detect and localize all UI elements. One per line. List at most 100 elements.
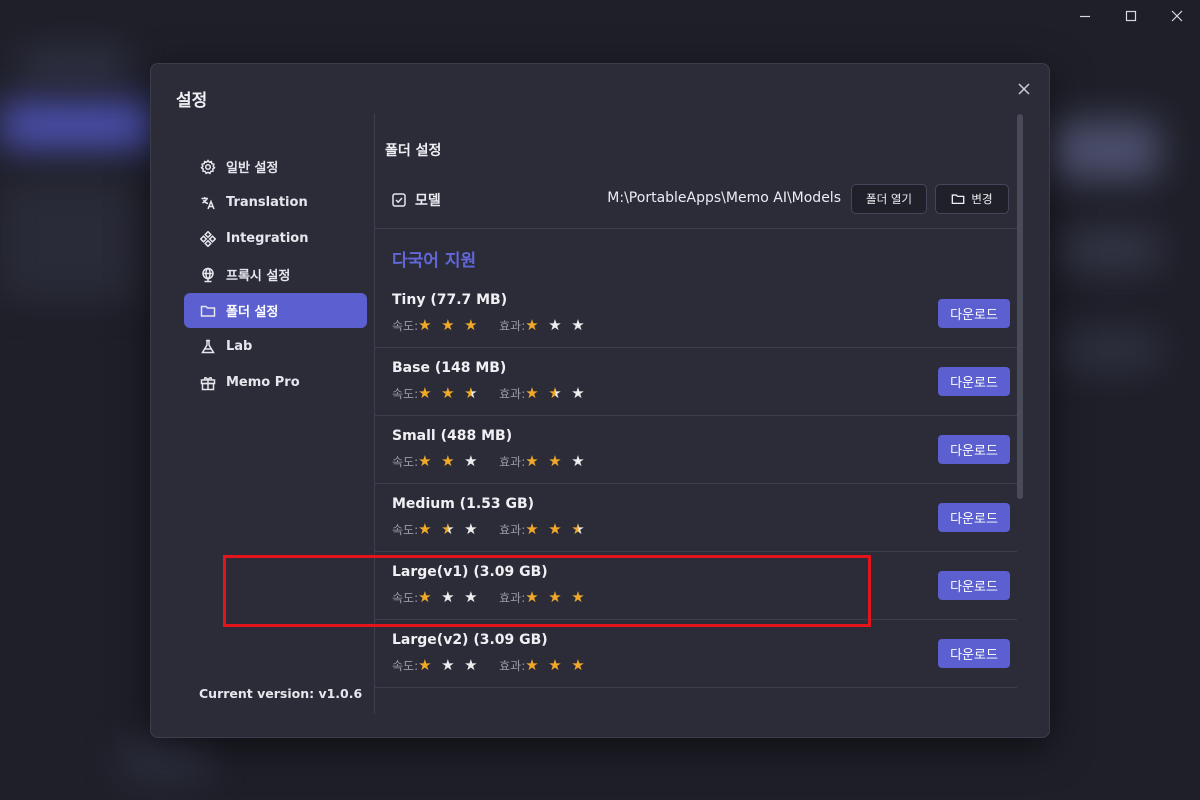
star-icon: ★ xyxy=(464,656,478,674)
maximize-button[interactable] xyxy=(1108,0,1154,32)
sidebar-item-folder[interactable]: 폴더 설정 xyxy=(184,293,367,328)
download-button[interactable]: 다운로드 xyxy=(938,435,1010,464)
effect-label: 효과: xyxy=(499,387,526,401)
folder-label-text: 모델 xyxy=(415,193,441,209)
model-row: Tiny (77.7 MB) 속도: ★ ★ ★ 효과: ★ ★ ★ 다운로드 xyxy=(375,280,1017,348)
sidebar-item-general[interactable]: 일반 설정 xyxy=(184,149,367,184)
star-icon: ★ xyxy=(441,520,455,538)
model-ratings: 속도: ★ ★ ★ 효과: ★ ★ ★ xyxy=(392,589,606,606)
speed-label: 속도: xyxy=(392,659,419,673)
sidebar-item-label: Translation xyxy=(226,195,308,210)
sidebar-item-integration[interactable]: Integration xyxy=(184,221,367,256)
star-icon: ★ xyxy=(441,656,455,674)
star-icon: ★ xyxy=(464,520,478,538)
speed-stars: ★ ★ ★ xyxy=(418,657,487,674)
model-folder-row: 모델 M:\PortableApps\Memo AI\Models 폴더 열기 … xyxy=(375,170,1017,229)
sidebar-item-translation[interactable]: Translation xyxy=(184,185,367,220)
checkbox-icon xyxy=(392,193,406,207)
model-ratings: 속도: ★ ★ ★ 효과: ★ ★ ★ xyxy=(392,453,606,470)
model-ratings: 속도: ★ ★ ★ 효과: ★ ★ ★ xyxy=(392,317,606,334)
sidebar-item-lab[interactable]: Lab xyxy=(184,329,367,364)
open-folder-button[interactable]: 폴더 열기 xyxy=(851,184,927,214)
settings-sidebar: 일반 설정 Translation Integration 프록시 설정 폴더 … xyxy=(184,149,367,401)
integration-icon xyxy=(200,230,216,247)
effect-label: 효과: xyxy=(499,319,526,333)
star-icon: ★ xyxy=(418,520,432,538)
effect-stars: ★ ★ ★ xyxy=(525,385,594,402)
download-button[interactable]: 다운로드 xyxy=(938,367,1010,396)
effect-stars: ★ ★ ★ xyxy=(525,317,594,334)
model-row: Large(v1) (3.09 GB) 속도: ★ ★ ★ 효과: ★ ★ ★ 다운로드 xyxy=(375,552,1017,620)
window-close-button[interactable] xyxy=(1154,0,1200,32)
star-icon: ★ xyxy=(418,384,432,402)
download-button[interactable]: 다운로드 xyxy=(938,503,1010,532)
content-scrollbar[interactable] xyxy=(1017,114,1023,499)
model-name: Large(v2) (3.09 GB) xyxy=(392,632,548,648)
change-folder-button[interactable]: 변경 xyxy=(935,184,1009,214)
speed-label: 속도: xyxy=(392,319,419,333)
model-row: Small (488 MB) 속도: ★ ★ ★ 효과: ★ ★ ★ 다운로드 xyxy=(375,416,1017,484)
star-icon: ★ xyxy=(525,520,539,538)
effect-stars: ★ ★ ★ xyxy=(525,453,594,470)
model-ratings: 속도: ★ ★ ★ 효과: ★ ★ ★ xyxy=(392,521,606,538)
bg-blob xyxy=(1060,230,1160,270)
star-icon: ★ xyxy=(464,452,478,470)
bg-blob xyxy=(120,740,210,780)
bg-blob xyxy=(0,180,140,300)
star-icon: ★ xyxy=(418,452,432,470)
close-icon xyxy=(1018,83,1030,95)
folder-settings-panel: 폴더 설정 모델 M:\PortableApps\Memo AI\Models … xyxy=(375,114,1017,734)
star-icon: ★ xyxy=(441,588,455,606)
star-icon: ★ xyxy=(441,316,455,334)
star-icon: ★ xyxy=(548,316,562,334)
modal-close-button[interactable] xyxy=(1013,78,1035,100)
sidebar-item-memo-pro[interactable]: Memo Pro xyxy=(184,365,367,400)
model-ratings: 속도: ★ ★ ★ 효과: ★ ★ ★ xyxy=(392,657,606,674)
star-icon: ★ xyxy=(525,588,539,606)
model-row: Base (148 MB) 속도: ★ ★ ★ 효과: ★ ★ ★ 다운로드 xyxy=(375,348,1017,416)
bg-blob xyxy=(1060,330,1160,370)
star-icon: ★ xyxy=(548,656,562,674)
close-icon xyxy=(1171,10,1183,22)
download-button[interactable]: 다운로드 xyxy=(938,299,1010,328)
gift-icon xyxy=(200,375,216,391)
speed-stars: ★ ★ ★ xyxy=(418,521,487,538)
star-icon: ★ xyxy=(548,452,562,470)
download-button[interactable]: 다운로드 xyxy=(938,571,1010,600)
star-icon: ★ xyxy=(418,588,432,606)
speed-label: 속도: xyxy=(392,387,419,401)
sidebar-item-label: 일반 설정 xyxy=(226,161,279,176)
star-icon: ★ xyxy=(464,588,478,606)
speed-label: 속도: xyxy=(392,591,419,605)
minimize-button[interactable] xyxy=(1062,0,1108,32)
speed-label: 속도: xyxy=(392,455,419,469)
model-ratings: 속도: ★ ★ ★ 효과: ★ ★ ★ xyxy=(392,385,606,402)
sidebar-item-label: Lab xyxy=(226,339,253,354)
model-name: Tiny (77.7 MB) xyxy=(392,292,508,308)
flask-icon xyxy=(200,339,216,355)
star-icon: ★ xyxy=(418,316,432,334)
download-button[interactable]: 다운로드 xyxy=(938,639,1010,668)
star-icon: ★ xyxy=(464,316,478,334)
sidebar-item-proxy[interactable]: 프록시 설정 xyxy=(184,257,367,292)
star-icon: ★ xyxy=(441,452,455,470)
change-folder-label: 변경 xyxy=(971,192,993,206)
model-name: Large(v1) (3.09 GB) xyxy=(392,564,548,580)
star-icon: ★ xyxy=(525,316,539,334)
sidebar-item-label: 프록시 설정 xyxy=(226,269,291,284)
modal-title: 설정 xyxy=(176,91,208,111)
settings-modal: 설정 일반 설정 Translation Integration 프록시 설정 … xyxy=(150,63,1050,738)
star-icon: ★ xyxy=(571,520,585,538)
effect-stars: ★ ★ ★ xyxy=(525,521,594,538)
multilingual-section-title: 다국어 지원 xyxy=(392,251,477,271)
effect-label: 효과: xyxy=(499,523,526,537)
star-icon: ★ xyxy=(571,452,585,470)
window-controls xyxy=(1062,0,1200,32)
model-list: Tiny (77.7 MB) 속도: ★ ★ ★ 효과: ★ ★ ★ 다운로드 Base (148 … xyxy=(375,280,1017,688)
star-icon: ★ xyxy=(548,520,562,538)
effect-stars: ★ ★ ★ xyxy=(525,589,594,606)
bg-blob xyxy=(20,50,130,80)
speed-stars: ★ ★ ★ xyxy=(418,453,487,470)
maximize-icon xyxy=(1125,10,1137,22)
star-icon: ★ xyxy=(525,384,539,402)
